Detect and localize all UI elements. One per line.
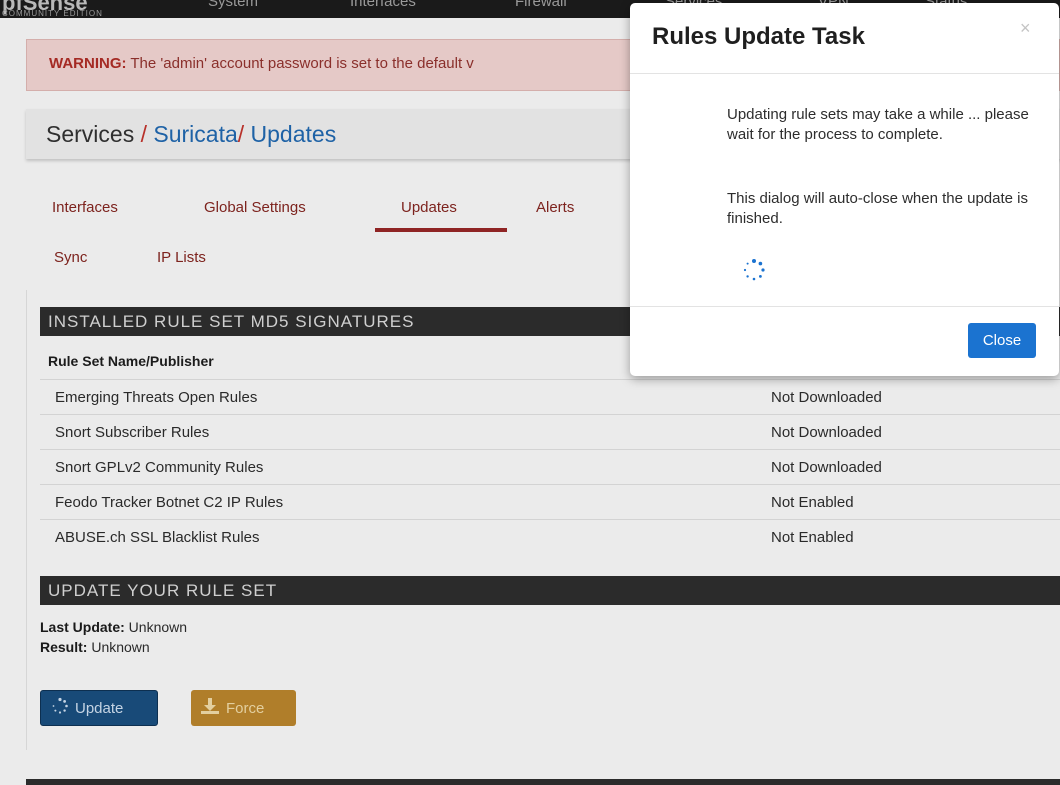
rule-set-name: ABUSE.ch SSL Blacklist Rules bbox=[55, 529, 260, 546]
rule-set-name: Feodo Tracker Botnet C2 IP Rules bbox=[55, 494, 284, 511]
table-row: Emerging Threats Open Rules Not Download… bbox=[40, 379, 1060, 414]
rule-set-status: Not Enabled bbox=[771, 494, 854, 511]
rules-update-modal: Rules Update Task × Updating rule sets m… bbox=[630, 3, 1059, 376]
table-row: Snort GPLv2 Community Rules Not Download… bbox=[40, 449, 1060, 484]
tab-updates[interactable]: Updates bbox=[401, 199, 457, 216]
breadcrumb-separator: / bbox=[237, 121, 245, 147]
modal-message: Updating rule sets may take a while ... … bbox=[727, 106, 1029, 143]
force-button-label: Force bbox=[226, 699, 265, 717]
column-rule-set-name: Rule Set Name/Publisher bbox=[48, 353, 214, 369]
rule-set-status: Not Downloaded bbox=[771, 389, 882, 406]
modal-divider bbox=[630, 306, 1059, 307]
breadcrumb-suricata[interactable]: Suricata bbox=[153, 121, 237, 147]
nav-firewall[interactable]: Firewall bbox=[515, 0, 567, 10]
tab-global-settings[interactable]: Global Settings bbox=[204, 199, 306, 216]
update-button-label: Update bbox=[75, 699, 124, 717]
update-result: Result: Unknown bbox=[40, 639, 150, 655]
warning-text: The 'admin' account password is set to t… bbox=[126, 55, 474, 72]
nav-interfaces[interactable]: Interfaces bbox=[350, 0, 416, 10]
rule-set-status: Not Downloaded bbox=[771, 424, 882, 441]
result-value: Unknown bbox=[87, 639, 150, 655]
rule-set-name: Snort GPLv2 Community Rules bbox=[55, 459, 264, 476]
force-button[interactable]: Force bbox=[191, 690, 296, 726]
spinner-icon bbox=[742, 258, 766, 287]
breadcrumb-separator: / bbox=[140, 121, 147, 147]
logo-edition: COMMUNITY EDITION bbox=[2, 9, 103, 18]
table-row: Feodo Tracker Botnet C2 IP Rules Not Ena… bbox=[40, 484, 1060, 519]
table-row: Snort Subscriber Rules Not Downloaded bbox=[40, 414, 1060, 449]
rule-set-status: Not Downloaded bbox=[771, 459, 882, 476]
update-panel-heading: UPDATE YOUR RULE SET bbox=[40, 576, 1060, 605]
rule-set-name: Snort Subscriber Rules bbox=[55, 424, 210, 441]
rule-set-name: Emerging Threats Open Rules bbox=[55, 389, 258, 406]
spinner-icon bbox=[51, 697, 69, 719]
modal-title: Rules Update Task bbox=[652, 23, 865, 50]
rule-set-status: Not Enabled bbox=[771, 529, 854, 546]
tab-ip-lists[interactable]: IP Lists bbox=[157, 249, 206, 266]
close-button[interactable]: Close bbox=[968, 323, 1036, 358]
close-icon[interactable]: × bbox=[1020, 18, 1031, 39]
table-row: ABUSE.ch SSL Blacklist Rules Not Enabled bbox=[40, 519, 1060, 554]
nav-system[interactable]: System bbox=[208, 0, 258, 10]
last-update: Last Update: Unknown bbox=[40, 619, 187, 635]
breadcrumb-updates[interactable]: Updates bbox=[251, 121, 337, 147]
next-panel-heading bbox=[26, 779, 1060, 785]
modal-note: This dialog will auto-close when the upd… bbox=[727, 190, 1029, 227]
tab-interfaces[interactable]: Interfaces bbox=[52, 199, 118, 216]
last-update-label: Last Update: bbox=[40, 619, 125, 635]
breadcrumb-root: Services bbox=[46, 121, 135, 147]
result-label: Result: bbox=[40, 639, 88, 655]
last-update-value: Unknown bbox=[124, 619, 188, 635]
tab-sync[interactable]: Sync bbox=[54, 249, 87, 266]
warning-label: WARNING: bbox=[49, 55, 127, 72]
modal-divider bbox=[630, 73, 1059, 74]
download-icon bbox=[200, 697, 220, 719]
active-tab-indicator bbox=[375, 228, 507, 232]
update-button[interactable]: Update bbox=[40, 690, 158, 726]
tab-alerts[interactable]: Alerts bbox=[536, 199, 574, 216]
